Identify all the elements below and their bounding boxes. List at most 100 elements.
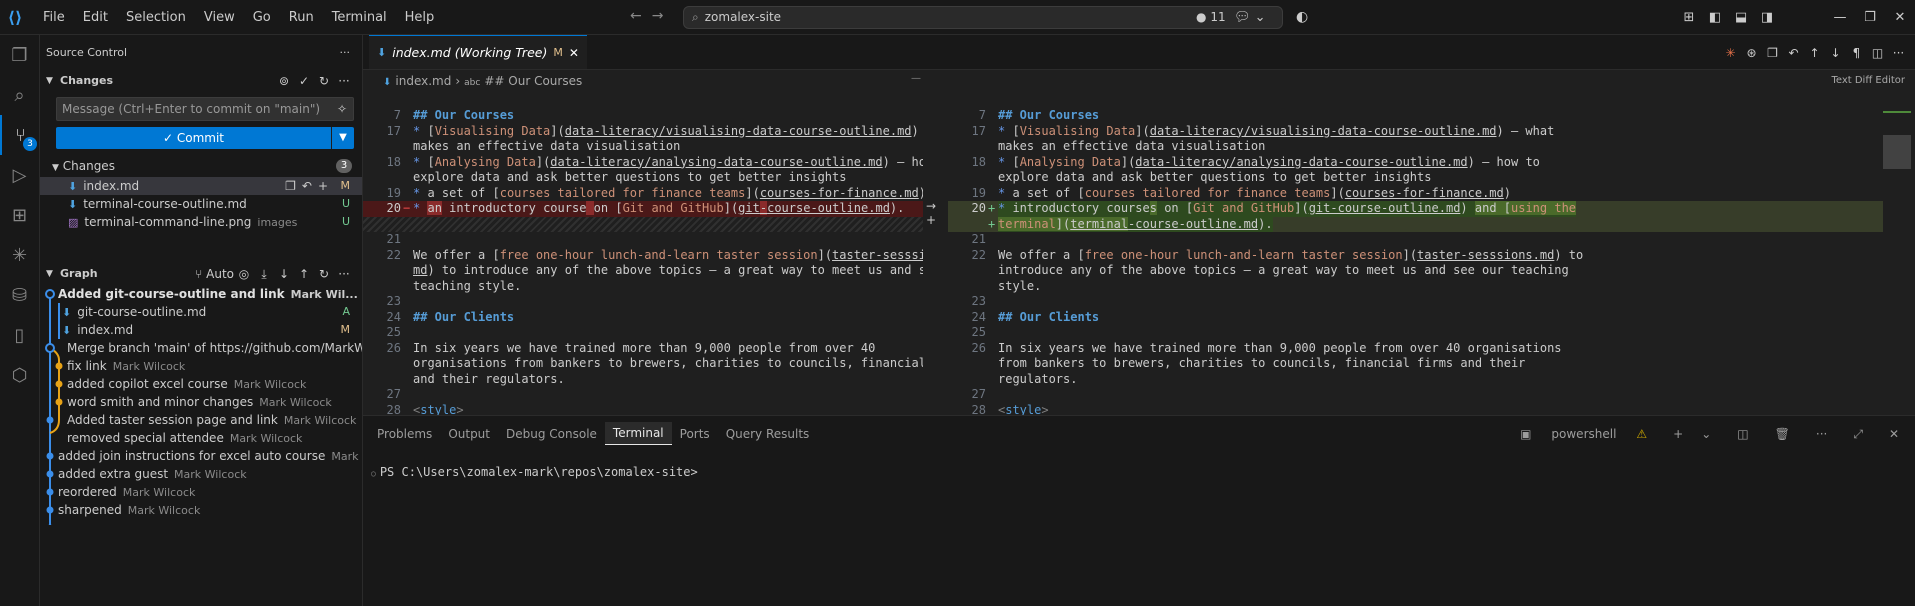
menu-run[interactable]: Run — [280, 0, 323, 35]
push-icon[interactable]: ↑ — [294, 263, 314, 285]
minimap-slider[interactable] — [1883, 135, 1911, 169]
toggle-secondary-sidebar-icon[interactable]: ◨ — [1754, 10, 1780, 25]
more-actions-icon[interactable]: ··· — [1808, 423, 1835, 445]
copilot-commit-icon[interactable]: ⊚ — [274, 70, 294, 92]
back-arrow-icon[interactable]: ← — [630, 8, 652, 24]
maximize-panel-icon[interactable]: ⤢ — [1845, 423, 1871, 445]
menu-terminal[interactable]: Terminal — [323, 0, 396, 35]
pull-icon[interactable]: ↓ — [274, 263, 294, 285]
target-icon[interactable]: ◎ — [234, 263, 254, 285]
graph-file-row[interactable]: ⬇ git-course-outline.md A — [40, 303, 362, 321]
menu-help[interactable]: Help — [396, 0, 444, 35]
menu-selection[interactable]: Selection — [117, 0, 195, 35]
discard-icon[interactable]: ↶ — [302, 179, 318, 193]
more-actions-icon[interactable]: ··· — [340, 35, 351, 70]
graph-commit-row[interactable]: Added git-course-outline and link Mark Wi… — [40, 285, 362, 303]
chevron-down-icon[interactable]: ⌄ — [1693, 423, 1719, 445]
commit-message-input[interactable]: Message (Ctrl+Enter to commit on "main")… — [56, 97, 354, 121]
diff-collapse-icon[interactable]: — — [911, 73, 921, 84]
more-actions-icon[interactable]: ··· — [1888, 46, 1909, 60]
graph-section-header[interactable]: ▼ Graph ⑂ Auto ◎ ⤓ ↓ ↑ ↻ ··· — [40, 263, 362, 285]
sparkle-icon[interactable]: ✧ — [337, 98, 347, 120]
chat-button[interactable]: 💬︎ ⌄ — [1234, 6, 1266, 29]
previous-change-icon[interactable]: ↑ — [1804, 46, 1825, 60]
breadcrumb-file[interactable]: index.md — [395, 74, 451, 88]
changes-group-header[interactable]: ▼ Changes 3 — [40, 155, 362, 177]
copilot-sparkle-icon[interactable]: ✳ — [1720, 46, 1741, 60]
tab-query-results[interactable]: Query Results — [718, 423, 818, 445]
fetch-icon[interactable]: ⤓ — [254, 263, 274, 285]
copilot-icon[interactable]: ✳ — [0, 235, 39, 275]
copilot-chat-icon[interactable]: ⊛ — [1741, 46, 1762, 60]
add-block-icon[interactable]: + — [926, 213, 936, 227]
commit-dropdown[interactable]: ▼ — [332, 127, 354, 149]
changed-file-row[interactable]: ⬇ index.md ❐↶+ M — [40, 177, 362, 195]
graph-commit-row[interactable]: Added taster session page and link Mark W… — [40, 411, 362, 429]
graph-commit-row[interactable]: fix link Mark Wilcock — [40, 357, 362, 375]
restore-icon[interactable]: ❐ — [1855, 10, 1885, 25]
new-terminal-icon[interactable]: + — [1665, 423, 1691, 445]
source-control-icon[interactable]: ⑂ 3 — [0, 115, 39, 155]
notebook-icon[interactable]: ▯ — [0, 315, 39, 355]
toggle-panel-icon[interactable]: ⬓ — [1728, 10, 1754, 25]
minimize-icon[interactable]: — — [1825, 10, 1855, 25]
check-icon[interactable]: ✓ — [294, 70, 314, 92]
stage-icon[interactable]: + — [318, 179, 334, 193]
changed-file-row[interactable]: ▨ terminal-command-line.png images U — [40, 213, 362, 231]
tab-output[interactable]: Output — [440, 423, 498, 445]
graph-commit-row[interactable]: reordered Mark Wilcock — [40, 483, 362, 501]
graph-file-row[interactable]: ⬇ index.md M — [40, 321, 362, 339]
database-icon[interactable]: ⛁ — [0, 275, 39, 315]
toggle-inline-icon[interactable]: ¶ — [1846, 46, 1867, 60]
menu-file[interactable]: File — [34, 0, 74, 35]
graph-commit-row[interactable]: word smith and minor changes Mark Wilcock — [40, 393, 362, 411]
customize-layout-icon[interactable]: ⊞ — [1676, 10, 1702, 25]
graph-commit-row[interactable]: added extra guest Mark Wilcock — [40, 465, 362, 483]
explorer-icon[interactable]: ❐ — [0, 35, 39, 75]
close-icon[interactable]: ✕ — [569, 46, 579, 60]
open-file-icon[interactable]: ❐ — [285, 179, 302, 193]
changed-file-row[interactable]: ⬇ terminal-course-outline.md U — [40, 195, 362, 213]
changes-section-header[interactable]: ▼ Changes ⊚ ✓ ↻ ··· — [40, 70, 362, 92]
branch-icon[interactable]: ⑂ Auto — [195, 263, 234, 285]
tab-debug-console[interactable]: Debug Console — [498, 423, 605, 445]
tab-ports[interactable]: Ports — [672, 423, 718, 445]
graph-commit-row[interactable]: added copilot excel course Mark Wilcock — [40, 375, 362, 393]
menu-go[interactable]: Go — [244, 0, 280, 35]
toggle-sidebar-icon[interactable]: ◧ — [1702, 10, 1728, 25]
graph-commit-row[interactable]: removed special attendee Mark Wilcock — [40, 429, 362, 447]
terminal-output[interactable]: ○ PS C:\Users\zomalex-mark\repos\zomalex-… — [363, 451, 1915, 479]
diff-original-pane[interactable]: 7 ## Our Courses 17 * [Visualising Data](d… — [363, 108, 923, 415]
python-icon[interactable]: ⬡ — [0, 355, 39, 395]
refresh-icon[interactable]: ↻ — [314, 70, 334, 92]
refresh-icon[interactable]: ↻ — [314, 263, 334, 285]
more-actions-icon[interactable]: ··· — [334, 263, 354, 285]
split-editor-icon[interactable]: ◫ — [1867, 46, 1888, 60]
graph-commit-row[interactable]: sharpened Mark Wilcock — [40, 501, 362, 519]
revert-icon[interactable]: ↶ — [1783, 46, 1804, 60]
split-terminal-icon[interactable]: ◫ — [1729, 423, 1756, 445]
warning-icon[interactable]: ⚠ — [1628, 423, 1655, 445]
breadcrumb-symbol[interactable]: ## Our Courses — [484, 74, 582, 88]
menu-view[interactable]: View — [195, 0, 244, 35]
forward-arrow-icon[interactable]: → — [652, 8, 674, 24]
run-debug-icon[interactable]: ▷ — [0, 155, 39, 195]
command-center[interactable]: ⌕ zomalex-site — [683, 6, 1283, 29]
close-window-icon[interactable]: ✕ — [1885, 10, 1915, 25]
more-actions-icon[interactable]: ··· — [334, 70, 354, 92]
editor-tab-index-md[interactable]: ⬇ index.md (Working Tree) M ✕ — [369, 35, 587, 69]
accounts-button[interactable]: ◐ — [1296, 6, 1308, 29]
close-icon[interactable]: ✕ — [1881, 423, 1907, 445]
open-file-icon[interactable]: ❐ — [1762, 46, 1783, 60]
tab-problems[interactable]: Problems — [369, 423, 440, 445]
revert-block-arrow-icon[interactable]: → — [926, 199, 936, 213]
tab-terminal[interactable]: Terminal — [604, 422, 672, 445]
search-view-icon[interactable]: ⌕ — [0, 75, 39, 115]
next-change-icon[interactable]: ↓ — [1825, 46, 1846, 60]
commit-button[interactable]: ✓ Commit — [56, 127, 332, 149]
diff-modified-pane[interactable]: 7 ## Our Courses 17 * [Visualising Data](d… — [948, 108, 1883, 415]
shell-name[interactable]: powershell — [1543, 423, 1624, 445]
graph-commit-row[interactable]: added join instructions for excel auto c… — [40, 447, 362, 465]
problems-indicator[interactable]: ● 11 — [1196, 6, 1226, 29]
graph-commit-row[interactable]: Merge branch 'main' of https://github.co… — [40, 339, 362, 357]
